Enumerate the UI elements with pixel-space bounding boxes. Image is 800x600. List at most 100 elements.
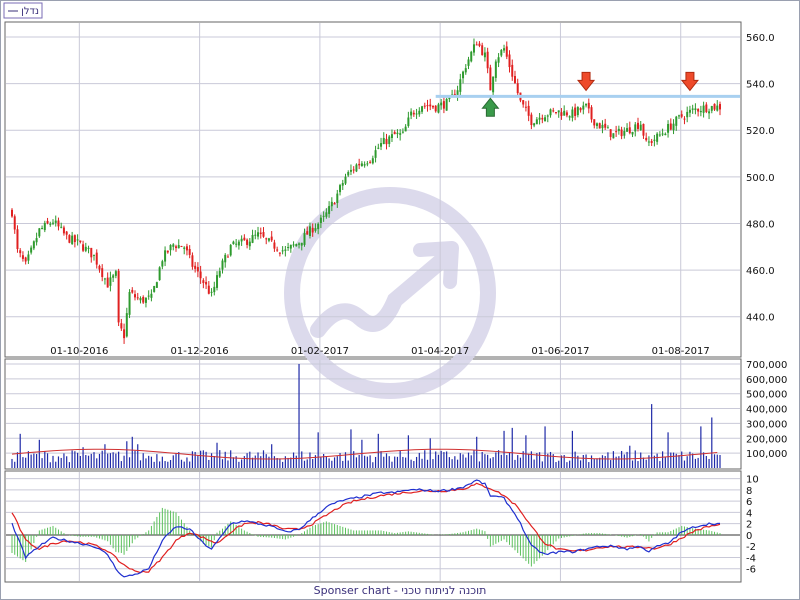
volume-bar [672, 452, 675, 468]
candle-body [642, 123, 645, 136]
volume-bar [317, 432, 319, 468]
candle-body [166, 250, 169, 253]
candle-body [273, 242, 276, 249]
volume-tick-label: 500,000 [746, 390, 787, 401]
volume-bar [517, 455, 519, 468]
volume-bar [27, 451, 30, 468]
candle-body [322, 215, 325, 217]
volume-bar [579, 460, 582, 468]
candle-body [355, 164, 358, 172]
candle-body [155, 282, 158, 288]
candle-body [459, 79, 462, 92]
volume-bar [156, 454, 158, 468]
candle-body [281, 250, 284, 252]
volume-bar [385, 453, 388, 468]
candle-body [658, 134, 661, 136]
candle-body [363, 164, 366, 166]
volume-bar [451, 459, 453, 468]
candle-body [229, 244, 232, 256]
candle-body [103, 278, 106, 280]
stock-chart-window: 440.0 460.0 480.0 500.0 520.0 540.0 560.0 01-10… [0, 0, 800, 600]
volume-bar [670, 452, 672, 468]
candle-body [702, 105, 705, 113]
volume-bar [342, 460, 344, 468]
candle-body [407, 117, 410, 126]
volume-bar [90, 453, 92, 468]
volume-bar [612, 451, 614, 468]
candle-body [93, 254, 96, 256]
volume-bar [462, 454, 464, 468]
candle-body [210, 291, 213, 293]
candle-body [664, 133, 667, 136]
volume-bar [369, 455, 371, 468]
candle-body [199, 271, 202, 279]
volume-bar [85, 455, 87, 468]
volume-bar [454, 456, 456, 468]
candle-body [46, 220, 49, 224]
volume-bar [601, 455, 604, 468]
volume-bar [664, 457, 666, 468]
volume-bar [492, 457, 494, 468]
volume-bar [303, 460, 306, 468]
volume-bar [661, 451, 664, 468]
candle-body [79, 240, 82, 242]
candle-body [399, 133, 402, 135]
candle-body [582, 105, 585, 110]
volume-bar [692, 453, 694, 468]
candle-body [344, 176, 347, 184]
candle-body [248, 241, 251, 247]
volume-bar [312, 459, 314, 468]
candle-body [106, 277, 109, 288]
candle-body [232, 241, 235, 245]
volume-bar [186, 457, 188, 468]
volume-bar [249, 451, 251, 468]
volume-bar [489, 458, 491, 468]
candle-body [538, 117, 541, 120]
candle-body [76, 239, 79, 241]
macd-tick-label: 2 [746, 520, 752, 531]
candle-body [278, 252, 281, 254]
volume-bar [418, 452, 420, 468]
candle-body [226, 256, 229, 258]
volume-bar [656, 453, 658, 468]
candle-body [628, 127, 631, 134]
candle-body [686, 111, 689, 118]
volume-bar [180, 459, 183, 468]
candle-body [388, 136, 391, 144]
candle-body [656, 133, 659, 142]
volume-bar [11, 458, 13, 468]
candle-body [90, 247, 93, 258]
candle-body [445, 98, 448, 111]
candle-body [612, 133, 615, 139]
candle-body [235, 243, 238, 245]
volume-bar [134, 450, 136, 468]
macd-tick-label: 10 [746, 475, 759, 486]
volume-bar [478, 461, 481, 468]
volume-bar [169, 460, 172, 468]
candle-body [11, 209, 13, 217]
chart-canvas: 440.0 460.0 480.0 500.0 520.0 540.0 560.0 01-10… [0, 0, 800, 600]
volume-bar [323, 453, 325, 468]
volume-bar [530, 451, 532, 468]
volume-bar [306, 459, 308, 468]
candle-body [259, 232, 262, 234]
macd-tick-label: 8 [746, 486, 752, 497]
candle-body [224, 254, 227, 263]
volume-bar [394, 456, 396, 468]
candle-body [677, 115, 680, 117]
candle-body [87, 247, 90, 249]
volume-bar [596, 458, 598, 468]
volume-bar [358, 454, 360, 468]
candle-body [196, 267, 199, 272]
date-tick-label: 01-04-2017 [411, 346, 469, 357]
volume-bar [265, 454, 267, 468]
volume-bar [519, 457, 522, 468]
price-tick-label: 440.0 [746, 313, 775, 324]
candle-body [587, 102, 590, 109]
legend[interactable]: נדלן [3, 2, 43, 19]
volume-bar [588, 462, 590, 468]
candle-body [172, 244, 175, 247]
volume-bar [98, 453, 101, 468]
volume-bar [719, 454, 721, 468]
volume-bar [336, 456, 338, 468]
